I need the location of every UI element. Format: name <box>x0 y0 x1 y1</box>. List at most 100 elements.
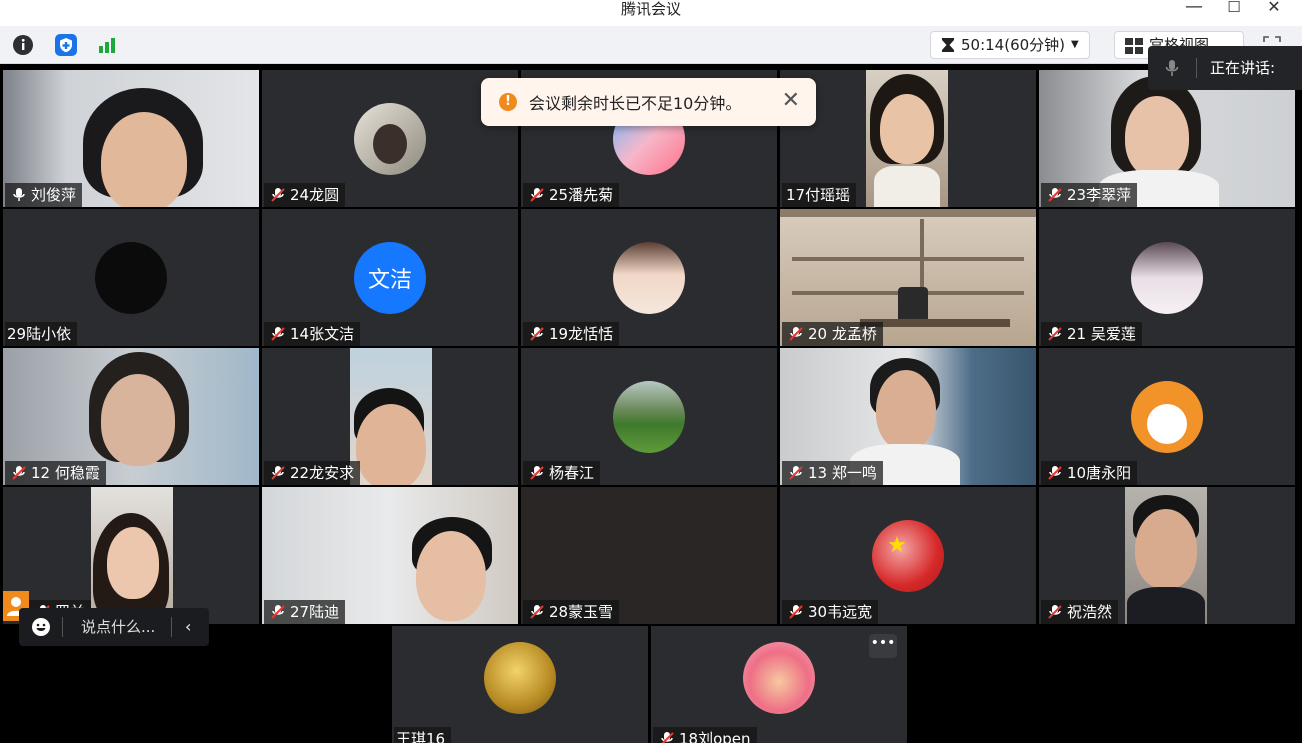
participant-tile[interactable]: 22龙安求 <box>262 348 518 485</box>
participant-name: 王琪16 <box>394 727 452 743</box>
more-icon: ••• <box>870 635 896 651</box>
video-feed <box>350 348 432 485</box>
meeting-toolbar: 50:14(60分钟) ▼ 宫格视图 <box>0 26 1302 64</box>
participant-name: 27陆迪 <box>264 600 346 624</box>
participant-avatar <box>354 102 426 175</box>
video-feed <box>866 70 948 207</box>
close-window-button[interactable]: ✕ <box>1256 0 1292 18</box>
participant-name: 29陆小依 <box>5 322 78 346</box>
mic-muted-icon <box>271 466 285 480</box>
mic-muted-icon <box>271 327 285 341</box>
divider <box>171 617 172 637</box>
hourglass-icon <box>942 38 954 52</box>
participant-tile[interactable]: 10唐永阳 <box>1039 348 1295 485</box>
participant-name: 刘俊萍 <box>5 183 83 207</box>
participant-tile[interactable]: 17付瑶瑶 <box>780 70 1036 207</box>
participant-name: 12 何稳霞 <box>5 461 106 485</box>
mic-muted-icon <box>1048 605 1062 619</box>
mic-muted-icon <box>1048 188 1062 202</box>
participant-name: 18刘open <box>653 727 757 743</box>
participant-name: 23李翠萍 <box>1041 183 1138 207</box>
participant-name: 10唐永阳 <box>1041 461 1138 485</box>
video-feed <box>1125 487 1207 624</box>
maximize-button[interactable]: ☐ <box>1216 0 1252 18</box>
participant-name: 杨春江 <box>523 461 601 485</box>
mic-muted-icon <box>12 466 26 480</box>
signal-icon <box>99 38 115 53</box>
participant-name: 30韦远宽 <box>782 600 879 624</box>
participant-avatar <box>613 380 685 453</box>
participant-tile[interactable]: 23李翠萍 <box>1039 70 1295 207</box>
participant-tile[interactable]: 文洁 14张文洁 <box>262 209 518 346</box>
network-button[interactable] <box>96 34 118 56</box>
participant-tile[interactable]: 21 吴爱莲 <box>1039 209 1295 346</box>
security-button[interactable] <box>55 34 77 56</box>
participant-tile[interactable]: 29陆小依 <box>3 209 259 346</box>
time-warning-toast: ! 会议剩余时长已不足10分钟。 ✕ <box>481 78 816 126</box>
collapse-chevron-icon[interactable]: ‹ <box>185 608 191 646</box>
emoji-icon[interactable] <box>31 617 51 637</box>
timer-text: 50:14(60分钟) <box>961 36 1066 54</box>
participant-name: 祝浩然 <box>1041 600 1119 624</box>
participant-tile[interactable]: 28蒙玉雪 <box>521 487 777 624</box>
participant-name: 24龙圆 <box>264 183 346 207</box>
participant-name: 13 郑一鸣 <box>782 461 883 485</box>
mic-muted-icon <box>789 466 803 480</box>
participant-name: 14张文洁 <box>264 322 361 346</box>
speaking-indicator: 正在讲话: <box>1148 46 1302 90</box>
participant-tile[interactable]: 刘俊萍 <box>3 70 259 207</box>
participant-avatar: ★ <box>872 519 944 592</box>
participant-name: 19龙恬恬 <box>523 322 620 346</box>
minimize-button[interactable]: — <box>1176 0 1212 18</box>
mic-muted-icon <box>661 732 674 743</box>
mic-icon <box>1165 60 1179 76</box>
mic-muted-icon <box>271 188 285 202</box>
mic-icon <box>13 188 25 201</box>
mic-muted-icon <box>789 327 803 341</box>
participant-avatar <box>1131 380 1203 453</box>
participant-tile[interactable]: 20 龙孟桥 <box>780 209 1036 346</box>
speaking-label: 正在讲话: <box>1210 59 1276 77</box>
toast-close-button[interactable]: ✕ <box>782 88 800 114</box>
participant-tile[interactable]: 杨春江 <box>521 348 777 485</box>
info-icon <box>13 35 33 55</box>
participant-avatar <box>1131 241 1203 314</box>
mic-muted-icon <box>1048 466 1062 480</box>
participant-name: 17付瑶瑶 <box>782 183 857 207</box>
mic-muted-icon <box>271 605 285 619</box>
participant-tile[interactable]: 24龙圆 <box>262 70 518 207</box>
participant-tile[interactable]: ★ 30韦远宽 <box>780 487 1036 624</box>
window-title: 腾讯会议 <box>620 0 681 18</box>
participant-tile[interactable]: 19龙恬恬 <box>521 209 777 346</box>
title-bar: 腾讯会议 — ☐ ✕ <box>0 0 1302 26</box>
mic-muted-icon <box>530 466 544 480</box>
participant-tile[interactable]: 王琪16 <box>392 626 648 743</box>
participant-name: 20 龙孟桥 <box>782 322 883 346</box>
divider <box>62 617 63 637</box>
participant-avatar <box>95 241 167 314</box>
participant-avatar <box>743 642 815 714</box>
participant-tile[interactable]: 罗兰 <box>3 487 259 624</box>
mic-muted-icon <box>789 605 803 619</box>
mic-muted-icon <box>1048 327 1062 341</box>
participant-name: 21 吴爱莲 <box>1041 322 1142 346</box>
participant-name: 25潘先菊 <box>523 183 620 207</box>
participant-tile[interactable]: 13 郑一鸣 <box>780 348 1036 485</box>
participant-name: 22龙安求 <box>264 461 361 485</box>
info-button[interactable] <box>12 34 34 56</box>
participant-name: 28蒙玉雪 <box>523 600 620 624</box>
chat-input[interactable]: 说点什么... <box>81 608 155 646</box>
mic-muted-icon <box>530 605 544 619</box>
participant-tile[interactable]: 祝浩然 <box>1039 487 1295 624</box>
shield-icon <box>55 34 77 56</box>
participant-tile[interactable]: 12 何稳霞 <box>3 348 259 485</box>
more-options-button[interactable]: ••• <box>869 634 897 658</box>
participant-tile[interactable]: 27陆迪 <box>262 487 518 624</box>
mic-muted-icon <box>530 188 544 202</box>
toast-message: 会议剩余时长已不足10分钟。 <box>529 94 742 113</box>
participant-avatar: 文洁 <box>354 241 426 314</box>
chevron-down-icon: ▼ <box>1071 39 1079 50</box>
video-feed <box>91 487 173 624</box>
meeting-timer[interactable]: 50:14(60分钟) ▼ <box>930 31 1090 59</box>
mic-muted-icon <box>530 327 544 341</box>
